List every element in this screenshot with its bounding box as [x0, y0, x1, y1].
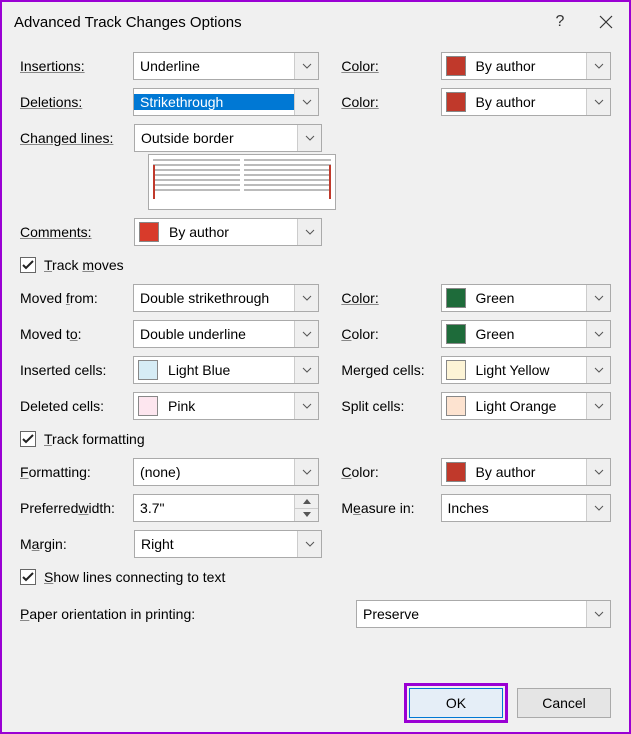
formatting-combo[interactable]: (none)	[133, 458, 319, 486]
chevron-down-icon	[586, 357, 610, 383]
moved-from-label: Moved from:	[20, 290, 127, 306]
color-swatch	[446, 92, 466, 112]
moved-to-color-label: Color:	[341, 326, 434, 342]
color-swatch	[446, 462, 466, 482]
dialog-content: Insertions: Underline Color: By author D…	[2, 42, 629, 678]
help-button[interactable]: ?	[537, 2, 583, 42]
changed-lines-label: Changed lines:	[20, 130, 128, 146]
moved-from-color-label: Color:	[341, 290, 434, 306]
changed-lines-combo[interactable]: Outside border	[134, 124, 322, 152]
chevron-down-icon	[294, 357, 318, 383]
moved-to-combo[interactable]: Double underline	[133, 320, 319, 348]
spinner-down-icon[interactable]	[295, 508, 318, 522]
margin-combo[interactable]: Right	[134, 530, 322, 558]
color-swatch	[446, 288, 466, 308]
deletions-label: Deletions:	[20, 94, 127, 110]
chevron-down-icon	[297, 125, 321, 151]
comments-combo[interactable]: By author	[134, 218, 322, 246]
color-swatch	[138, 360, 158, 380]
dialog-title: Advanced Track Changes Options	[14, 14, 537, 31]
color-swatch	[446, 324, 466, 344]
chevron-down-icon	[586, 53, 610, 79]
chevron-down-icon	[294, 53, 318, 79]
track-moves-checkbox[interactable]	[20, 257, 36, 273]
show-lines-checkbox[interactable]	[20, 569, 36, 585]
chevron-down-icon	[294, 89, 318, 115]
deletions-color-label: Color:	[341, 94, 434, 110]
comments-label: Comments:	[20, 224, 128, 240]
insertions-color-label: Color:	[341, 58, 434, 74]
color-swatch	[446, 360, 466, 380]
spinner-up-icon[interactable]	[295, 495, 318, 508]
moved-to-color-combo[interactable]: Green	[441, 320, 611, 348]
inserted-cells-combo[interactable]: Light Blue	[133, 356, 319, 384]
deletions-color-combo[interactable]: By author	[441, 88, 611, 116]
cancel-button[interactable]: Cancel	[517, 688, 611, 718]
chevron-down-icon	[586, 601, 610, 627]
formatting-label: Formatting:	[20, 464, 127, 480]
changed-lines-preview	[148, 154, 336, 210]
track-formatting-checkbox[interactable]	[20, 431, 36, 447]
insertions-color-combo[interactable]: By author	[441, 52, 611, 80]
measure-in-label: Measure in:	[341, 500, 434, 516]
formatting-color-label: Color:	[341, 464, 434, 480]
insertions-label: Insertions:	[20, 58, 127, 74]
deletions-combo[interactable]: Strikethrough	[133, 88, 319, 116]
formatting-color-combo[interactable]: By author	[441, 458, 611, 486]
chevron-down-icon	[586, 393, 610, 419]
chevron-down-icon	[294, 393, 318, 419]
chevron-down-icon	[297, 219, 321, 245]
chevron-down-icon	[297, 531, 321, 557]
show-lines-label: Show lines connecting to text	[44, 569, 225, 585]
color-swatch	[446, 56, 466, 76]
paper-orientation-label: Paper orientation in printing:	[20, 606, 350, 622]
track-formatting-label: Track formatting	[44, 431, 145, 447]
insertions-combo[interactable]: Underline	[133, 52, 319, 80]
chevron-down-icon	[294, 459, 318, 485]
margin-label: Margin:	[20, 536, 128, 552]
split-cells-combo[interactable]: Light Orange	[441, 392, 611, 420]
chevron-down-icon	[586, 459, 610, 485]
chevron-down-icon	[586, 89, 610, 115]
advanced-track-changes-dialog: Advanced Track Changes Options ? Inserti…	[0, 0, 631, 734]
close-button[interactable]	[583, 2, 629, 42]
moved-from-combo[interactable]: Double strikethrough	[133, 284, 319, 312]
track-moves-label: TTrack movesrack moves	[44, 257, 124, 273]
preferred-width-spinner[interactable]: 3.7"	[133, 494, 319, 522]
moved-from-color-combo[interactable]: Green	[441, 284, 611, 312]
inserted-cells-label: Inserted cells:	[20, 362, 127, 378]
moved-to-label: Moved to:	[20, 326, 127, 342]
color-swatch	[138, 396, 158, 416]
deleted-cells-label: Deleted cells:	[20, 398, 127, 414]
preferred-width-label: Preferred width:	[20, 500, 127, 516]
titlebar: Advanced Track Changes Options ?	[2, 2, 629, 42]
chevron-down-icon	[294, 321, 318, 347]
ok-button[interactable]: OK	[409, 688, 503, 718]
dialog-buttons: OK Cancel	[2, 678, 629, 732]
deleted-cells-combo[interactable]: Pink	[133, 392, 319, 420]
chevron-down-icon	[586, 495, 610, 521]
merged-cells-combo[interactable]: Light Yellow	[441, 356, 611, 384]
chevron-down-icon	[586, 285, 610, 311]
paper-orientation-combo[interactable]: Preserve	[356, 600, 611, 628]
color-swatch	[446, 396, 466, 416]
chevron-down-icon	[294, 285, 318, 311]
measure-in-combo[interactable]: Inches	[441, 494, 611, 522]
chevron-down-icon	[586, 321, 610, 347]
split-cells-label: Split cells:	[341, 398, 434, 414]
merged-cells-label: Merged cells:	[341, 362, 434, 378]
color-swatch	[139, 222, 159, 242]
